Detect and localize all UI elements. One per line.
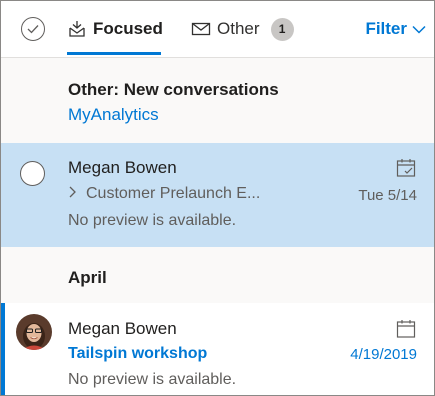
new-conversations-banner[interactable]: Other: New conversations MyAnalytics (1, 59, 434, 143)
message-date: 4/19/2019 (350, 346, 417, 363)
filter-label: Filter (365, 19, 407, 38)
calendar-icon (396, 319, 416, 344)
message-select-checkbox[interactable] (20, 161, 45, 186)
date-group-header: April (1, 248, 434, 303)
message-sender: Megan Bowen (68, 319, 177, 338)
unread-count-badge: 1 (270, 17, 294, 41)
message-date: Tue 5/14 (358, 187, 417, 204)
tab-focused-label: Focused (93, 19, 163, 38)
inbox-icon (67, 20, 87, 38)
chevron-down-icon (412, 25, 426, 34)
calendar-check-icon (396, 158, 416, 183)
chevron-right-icon (69, 186, 76, 198)
tab-other-label: Other (217, 19, 260, 38)
message-subject: Customer Prelaunch E... (68, 185, 260, 203)
mail-list-header: Focused Other 1 Filter (1, 1, 434, 58)
active-tab-indicator (67, 52, 161, 55)
message-preview: No preview is available. (68, 212, 237, 229)
new-conversations-sender[interactable]: MyAnalytics (68, 105, 159, 125)
message-preview: No preview is available. (68, 371, 237, 388)
date-group-label: April (68, 268, 107, 287)
envelope-icon (191, 20, 211, 38)
message-sender: Megan Bowen (68, 158, 177, 177)
message-subject: Tailspin workshop (68, 345, 208, 362)
mail-list-pane: Focused Other 1 Filter Other: New conver… (0, 0, 435, 396)
select-all-checkbox[interactable] (21, 17, 45, 41)
message-subject-text: Customer Prelaunch E... (86, 185, 261, 202)
tab-other[interactable]: Other 1 (191, 1, 301, 57)
checkmark-icon (27, 25, 39, 34)
new-conversations-title: Other: New conversations (68, 80, 279, 99)
unread-indicator (1, 303, 5, 395)
tab-focused[interactable]: Focused (67, 1, 163, 57)
filter-button[interactable]: Filter (365, 1, 426, 57)
avatar (16, 314, 52, 350)
